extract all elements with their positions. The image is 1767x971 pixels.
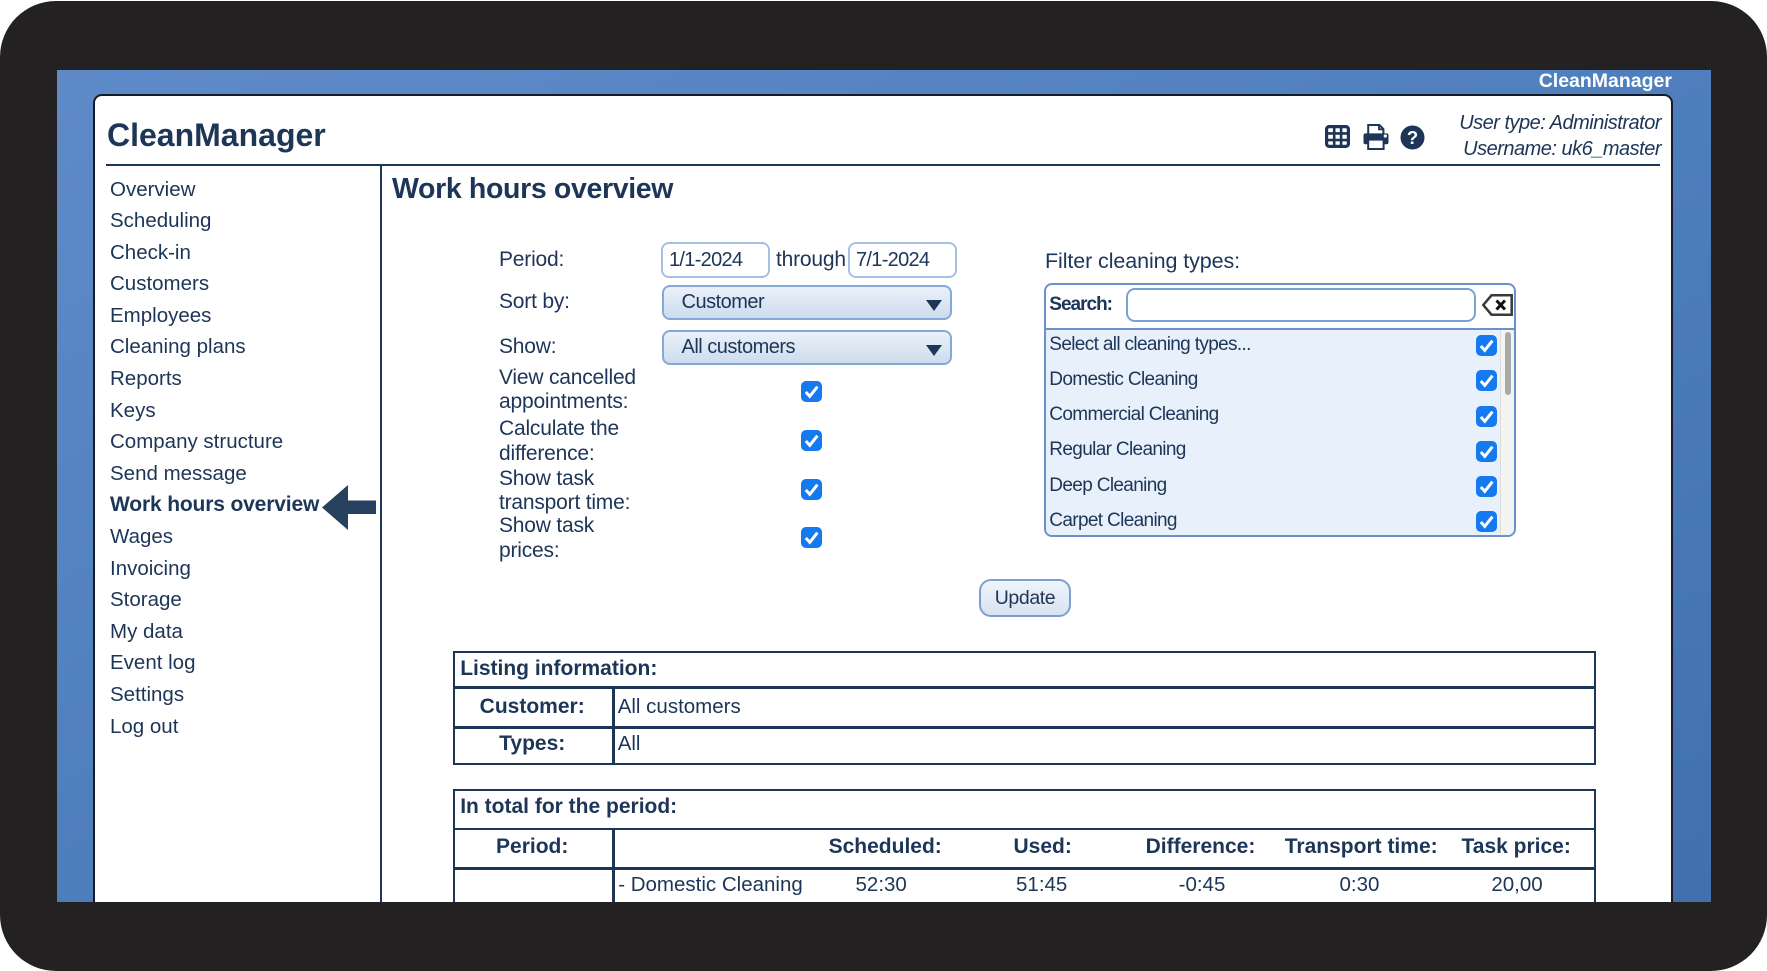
svg-text:?: ?	[1407, 127, 1418, 148]
